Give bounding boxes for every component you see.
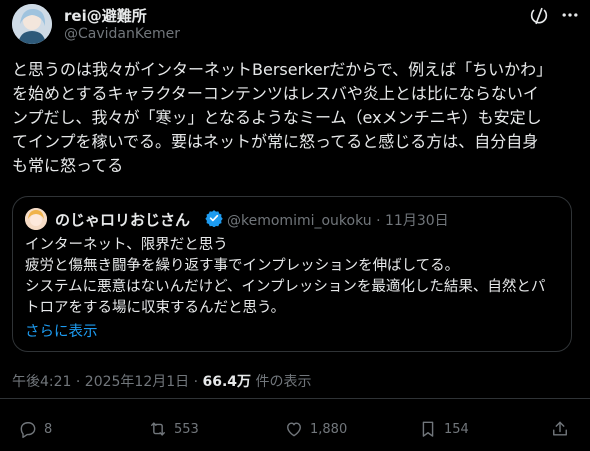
- quoted-avatar[interactable]: [25, 208, 47, 230]
- quoted-tweet[interactable]: のじゃロリおじさん @kemomimi_oukoku · 11月30日 インター…: [12, 196, 572, 352]
- reply-count: 8: [44, 421, 53, 437]
- repost-button[interactable]: 553: [148, 417, 199, 441]
- more-icon[interactable]: [560, 5, 580, 29]
- repost-icon: [151, 422, 165, 436]
- grok-slash-icon[interactable]: [528, 5, 550, 31]
- quoted-text: インターネット、限界だと思う 疲労と傷無き闘争を繰り返す事でインプレッションを伸…: [25, 237, 546, 316]
- author-handle[interactable]: @CavidanKemer: [64, 26, 180, 42]
- like-icon: [287, 422, 301, 437]
- action-bar: 8 553 1,880 154: [0, 417, 590, 441]
- author-display-name[interactable]: rei@避難所: [64, 5, 147, 26]
- bookmark-count: 154: [444, 421, 469, 437]
- quoted-date[interactable]: 11月30日: [385, 213, 449, 229]
- like-count: 1,880: [310, 421, 348, 437]
- view-count: 66.4万: [202, 374, 252, 390]
- reply-icon: [20, 422, 36, 439]
- bookmark-button[interactable]: 154: [418, 417, 469, 441]
- verified-badge-icon: [205, 209, 223, 228]
- share-button[interactable]: [550, 417, 570, 441]
- bookmark-icon: [422, 421, 434, 437]
- reply-button[interactable]: 8: [18, 417, 52, 441]
- quoted-meta: @kemomimi_oukoku · 11月30日: [227, 210, 449, 230]
- views-label: 件の表示: [251, 374, 312, 390]
- tweet-text: と思うのは我々がインターネットBerserkerだからで、例えば「ちいかわ」 を…: [12, 60, 553, 175]
- avatar[interactable]: [12, 4, 52, 44]
- tweet-timestamp[interactable]: 午後4:21 · 2025年12月1日 ·: [12, 374, 203, 390]
- repost-count: 553: [174, 421, 199, 437]
- tweet-meta: 午後4:21 · 2025年12月1日 · 66.4万 件の表示: [12, 371, 312, 391]
- meta-separator: ·: [376, 213, 381, 229]
- divider: [0, 398, 590, 399]
- quoted-display-name: のじゃロリおじさん: [55, 211, 191, 229]
- show-more-link[interactable]: さらに表示: [25, 320, 98, 341]
- share-icon: [553, 421, 567, 436]
- like-button[interactable]: 1,880: [284, 417, 347, 441]
- quoted-handle: @kemomimi_oukoku: [227, 213, 372, 229]
